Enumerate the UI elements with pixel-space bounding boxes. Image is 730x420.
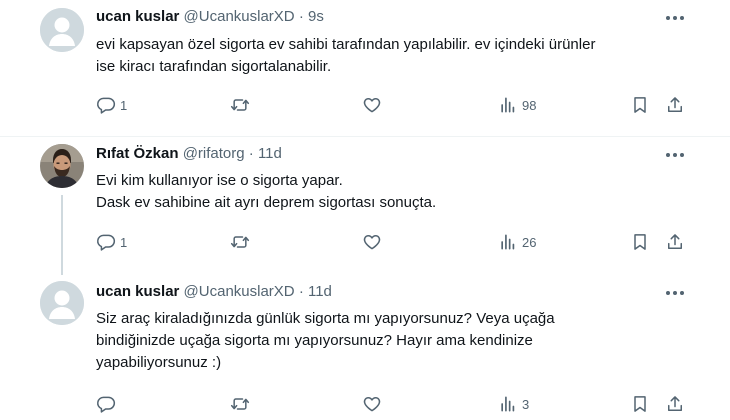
display-name[interactable]: Rıfat Özkan (96, 145, 179, 162)
reply-icon (97, 97, 116, 114)
views-count: 98 (522, 97, 537, 113)
user-handle[interactable]: @UcankuslarXD (184, 8, 295, 25)
tweet-time[interactable]: 11d (308, 283, 332, 300)
tweet-text-line: Dask ev sahibine ait ayrı deprem sigorta… (96, 194, 437, 211)
tweet-text: Evi kim kullanıyor ise o sigorta yapar. … (96, 170, 686, 214)
tweet[interactable]: ucan kuslar @UcankuslarXD · 11d Siz araç… (0, 275, 730, 420)
default-profile-icon (40, 281, 84, 325)
avatar[interactable] (40, 144, 84, 188)
avatar[interactable] (40, 8, 84, 52)
separator-dot: · (298, 283, 304, 300)
bookmark-button[interactable] (630, 392, 650, 416)
tweet-text-line: yapabiliyorsunuz :) (96, 354, 222, 371)
retweet-icon (230, 236, 250, 248)
share-icon (668, 396, 682, 411)
views-bar-chart-icon (501, 396, 515, 412)
heart-icon (363, 98, 381, 113)
separator-dot: · (298, 8, 304, 25)
reply-button[interactable] (96, 392, 120, 416)
tweet-text: Siz araç kiraladığınızda günlük sigorta … (96, 308, 686, 374)
tweet-header: ucan kuslar @UcankuslarXD · 9s (96, 7, 324, 27)
bookmark-icon (634, 97, 646, 113)
display-name[interactable]: ucan kuslar (96, 8, 179, 25)
like-button[interactable] (362, 230, 386, 254)
display-name[interactable]: ucan kuslar (96, 283, 179, 300)
user-handle[interactable]: @rifatorg (183, 145, 245, 162)
reply-icon (97, 234, 116, 251)
retweet-icon (230, 99, 250, 111)
tweet-text-line: Evi kim kullanıyor ise o sigorta yapar. (96, 172, 343, 189)
like-button[interactable] (362, 93, 386, 117)
reply-icon (97, 396, 116, 413)
avatar[interactable] (40, 281, 84, 325)
bookmark-button[interactable] (630, 230, 650, 254)
more-dots-icon (666, 153, 684, 157)
views-button[interactable]: 3 (498, 392, 529, 416)
views-count: 3 (522, 396, 530, 412)
tweet-text: evi kapsayan özel sigorta ev sahibi tara… (96, 34, 686, 78)
tweet[interactable]: ucan kuslar @UcankuslarXD · 9s evi kapsa… (0, 0, 730, 136)
views-button[interactable]: 98 (498, 93, 536, 117)
views-count: 26 (522, 234, 537, 250)
views-button[interactable]: 26 (498, 230, 536, 254)
retweet-icon (230, 398, 250, 410)
reply-button[interactable]: 1 (96, 93, 127, 117)
user-handle[interactable]: @UcankuslarXD (184, 283, 295, 300)
tweet-actions: 1 98 (96, 93, 696, 117)
more-dots-icon (666, 16, 684, 20)
thread-connector-line (61, 195, 63, 275)
more-button[interactable] (664, 283, 686, 303)
more-button[interactable] (664, 145, 686, 165)
share-button[interactable] (665, 230, 685, 254)
bookmark-icon (634, 234, 646, 250)
tweet-text-line: evi kapsayan özel sigorta ev sahibi tara… (96, 36, 596, 53)
heart-icon (363, 397, 381, 412)
tweet-text-line: Siz araç kiraladığınızda günlük sigorta … (96, 310, 555, 327)
tweet-actions: 3 (96, 392, 696, 416)
tweet-header: Rıfat Özkan @rifatorg · 11d (96, 144, 282, 164)
tweet-time[interactable]: 11d (258, 145, 282, 162)
share-icon (668, 97, 682, 112)
heart-icon (363, 235, 381, 250)
share-button[interactable] (665, 93, 685, 117)
retweet-button[interactable] (230, 93, 254, 117)
tweet-time[interactable]: 9s (308, 8, 324, 25)
share-button[interactable] (665, 392, 685, 416)
separator-dot: · (248, 145, 254, 162)
tweet-text-line: bindiğinizde uçağa sigorta mı yapıyorsun… (96, 332, 533, 349)
bookmark-icon (634, 396, 646, 412)
tweet[interactable]: Rıfat Özkan @rifatorg · 11d Evi kim kull… (0, 137, 730, 275)
like-button[interactable] (362, 392, 386, 416)
reply-button[interactable]: 1 (96, 230, 127, 254)
share-icon (668, 234, 682, 249)
more-button[interactable] (664, 8, 686, 28)
views-bar-chart-icon (501, 234, 515, 250)
reply-count: 1 (120, 97, 128, 113)
tweet-text-line: ise kiracı tarafından sigortalanabilir. (96, 58, 332, 75)
reply-count: 1 (120, 234, 128, 250)
retweet-button[interactable] (230, 230, 254, 254)
bookmark-button[interactable] (630, 93, 650, 117)
retweet-button[interactable] (230, 392, 254, 416)
default-profile-icon (40, 8, 84, 52)
more-dots-icon (666, 291, 684, 295)
tweet-header: ucan kuslar @UcankuslarXD · 11d (96, 282, 332, 302)
views-bar-chart-icon (501, 97, 515, 113)
tweet-actions: 1 26 (96, 230, 696, 254)
profile-photo (40, 144, 84, 188)
